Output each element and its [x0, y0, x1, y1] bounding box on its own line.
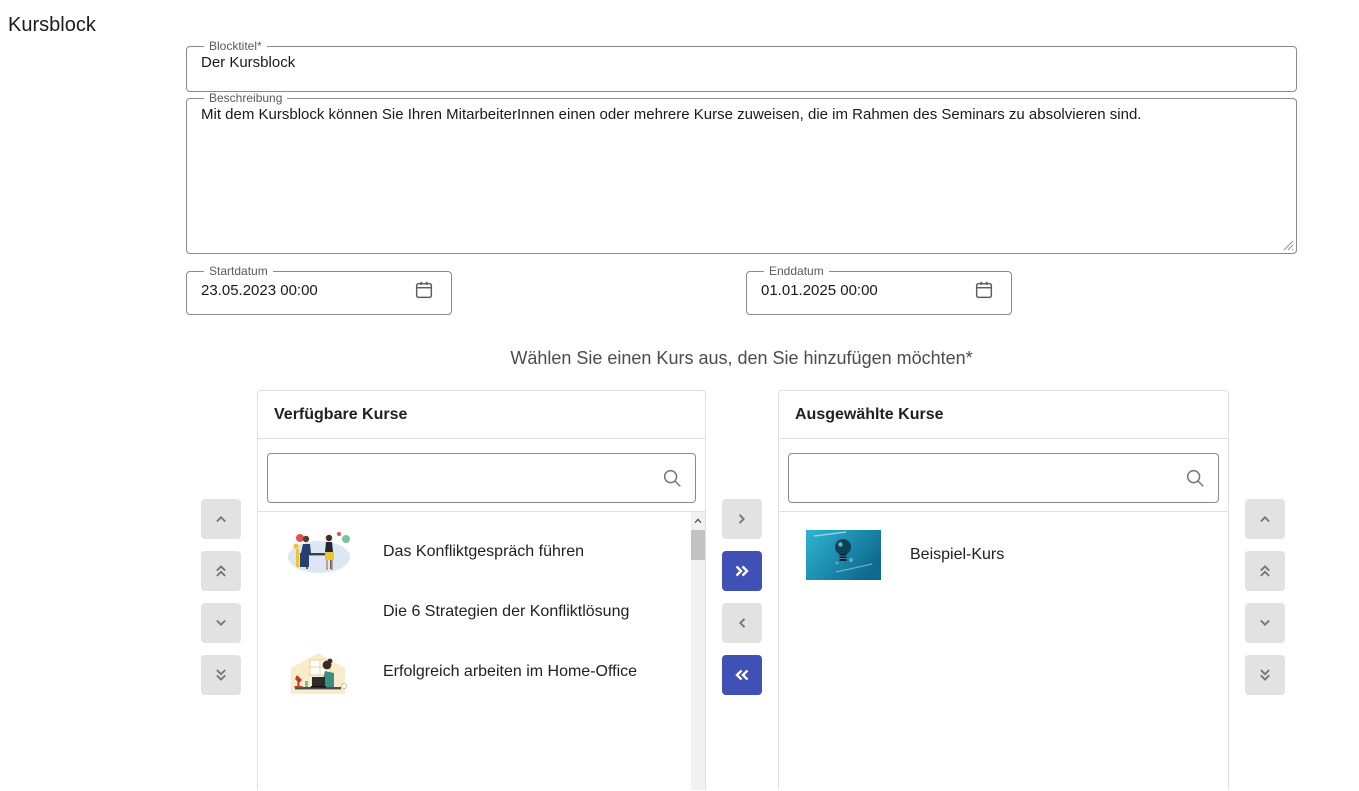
available-move-bottom-button[interactable]	[201, 655, 241, 695]
chevron-down-icon	[1255, 613, 1275, 633]
chevrons-right-icon	[731, 560, 753, 582]
list-item[interactable]: Die 6 Strategien der Konfliktlösung	[258, 582, 705, 642]
course-item-label: Das Konfliktgespräch führen	[383, 543, 584, 561]
course-transfer-section: Verfügbare Kurse	[201, 390, 1285, 790]
startdatum-label: Startdatum	[204, 265, 273, 277]
chevron-right-icon	[732, 509, 752, 529]
selected-courses-panel: Ausgewählte Kurse	[778, 390, 1229, 790]
course-thumbnail-home-office-illustration	[282, 649, 355, 696]
selected-reorder-buttons	[1245, 499, 1285, 695]
beschreibung-textarea[interactable]: Mit dem Kursblock können Sie Ihren Mitar…	[199, 104, 1284, 222]
move-all-left-button[interactable]	[722, 655, 762, 695]
course-item-label: Die 6 Strategien der Konfliktlösung	[383, 603, 629, 621]
scrollbar-thumb[interactable]	[691, 530, 705, 560]
course-item-label: Erfolgreich arbeiten im Home-Office	[383, 663, 637, 681]
dates-spacer	[452, 265, 746, 315]
startdatum-input[interactable]	[199, 280, 411, 305]
chevron-up-icon	[1255, 509, 1275, 529]
calendar-icon	[973, 279, 995, 301]
beschreibung-field: Beschreibung Mit dem Kursblock können Si…	[186, 92, 1297, 254]
enddatum-input[interactable]	[759, 280, 971, 305]
enddatum-field: Enddatum	[746, 265, 1012, 315]
selected-move-down-button[interactable]	[1245, 603, 1285, 643]
available-search	[267, 453, 696, 503]
list-item[interactable]: Das Konfliktgespräch führen	[258, 522, 705, 582]
course-thumbnail-blank	[282, 589, 355, 636]
available-course-list: Das Konfliktgespräch führen Die 6 Strate…	[258, 511, 705, 790]
move-all-right-button[interactable]	[722, 551, 762, 591]
course-select-instruction: Wählen Sie einen Kurs aus, den Sie hinzu…	[186, 348, 1297, 369]
available-search-input[interactable]	[267, 453, 696, 503]
enddatum-label: Enddatum	[764, 265, 829, 277]
available-courses-panel: Verfügbare Kurse	[257, 390, 706, 790]
enddatum-calendar-button[interactable]	[971, 277, 997, 303]
course-item-label: Beispiel-Kurs	[910, 546, 1004, 564]
chevrons-left-icon	[731, 664, 753, 686]
beschreibung-label: Beschreibung	[204, 92, 287, 104]
course-thumbnail-lightbulb-photo	[806, 530, 881, 580]
kursblock-form: Blocktitel* Beschreibung Mit dem Kursblo…	[186, 40, 1297, 315]
selected-move-bottom-button[interactable]	[1245, 655, 1285, 695]
chevron-down-icon	[211, 613, 231, 633]
scrollbar-up-button[interactable]	[691, 512, 705, 530]
chevron-up-icon	[211, 509, 231, 529]
selected-search-input[interactable]	[788, 453, 1219, 503]
blocktitel-input[interactable]	[199, 52, 1286, 77]
selected-move-top-button[interactable]	[1245, 551, 1285, 591]
selected-move-up-button[interactable]	[1245, 499, 1285, 539]
resize-handle-icon[interactable]	[1282, 239, 1294, 251]
available-courses-title: Verfügbare Kurse	[258, 391, 705, 439]
list-item[interactable]: Erfolgreich arbeiten im Home-Office	[258, 642, 705, 702]
selected-course-list: Beispiel-Kurs	[779, 511, 1228, 791]
chevrons-up-icon	[1255, 561, 1275, 581]
available-reorder-buttons	[201, 499, 241, 695]
move-right-button[interactable]	[722, 499, 762, 539]
chevron-left-icon	[732, 613, 752, 633]
blocktitel-field: Blocktitel*	[186, 40, 1297, 92]
selected-search	[788, 453, 1219, 503]
available-move-down-button[interactable]	[201, 603, 241, 643]
chevrons-up-icon	[211, 561, 231, 581]
list-item[interactable]: Beispiel-Kurs	[779, 512, 1228, 598]
page-title: Kursblock	[8, 14, 96, 37]
selected-courses-title: Ausgewählte Kurse	[779, 391, 1228, 439]
available-move-up-button[interactable]	[201, 499, 241, 539]
calendar-icon	[413, 279, 435, 301]
blocktitel-label: Blocktitel*	[204, 40, 267, 52]
transfer-buttons	[722, 499, 762, 695]
chevron-up-icon	[693, 516, 703, 526]
course-thumbnail-conflict-illustration	[282, 529, 355, 576]
startdatum-field: Startdatum	[186, 265, 452, 315]
dates-row: Startdatum Enddatum	[186, 265, 1297, 315]
chevrons-down-icon	[211, 665, 231, 685]
available-list-scrollbar[interactable]	[691, 512, 705, 790]
available-move-top-button[interactable]	[201, 551, 241, 591]
chevrons-down-icon	[1255, 665, 1275, 685]
startdatum-calendar-button[interactable]	[411, 277, 437, 303]
move-left-button[interactable]	[722, 603, 762, 643]
